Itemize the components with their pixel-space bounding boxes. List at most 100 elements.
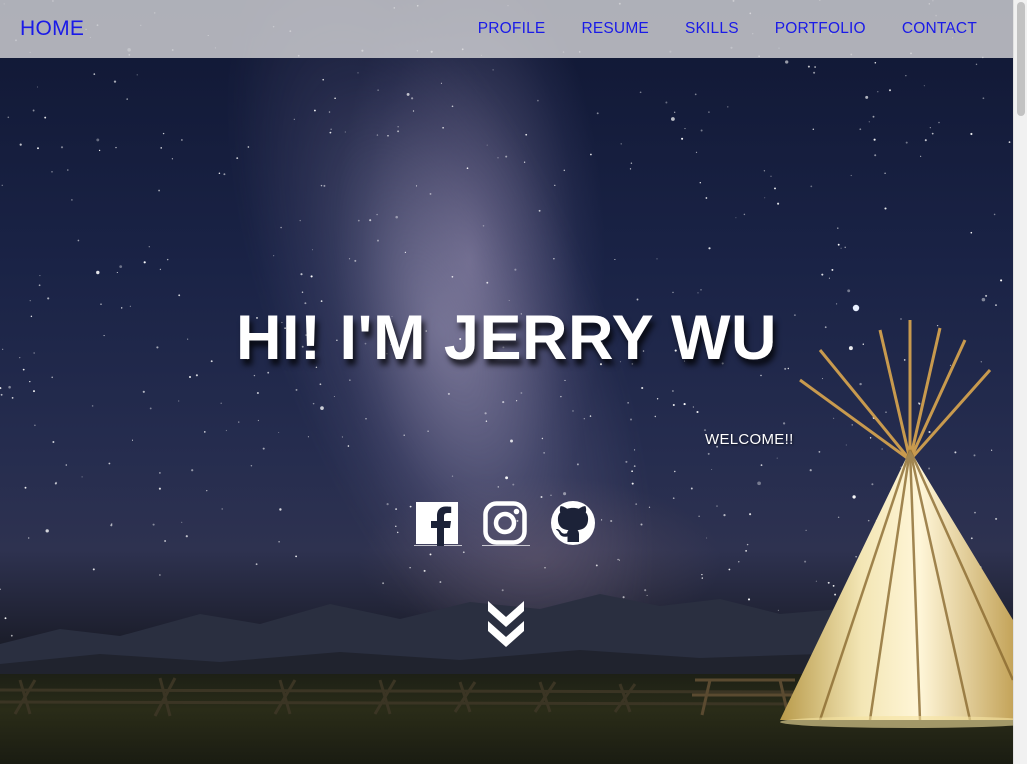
star bbox=[293, 118, 295, 120]
star bbox=[45, 529, 49, 533]
star bbox=[516, 400, 518, 402]
star bbox=[981, 297, 986, 302]
star bbox=[617, 558, 619, 561]
star bbox=[831, 268, 834, 271]
double-chevron-down-icon[interactable] bbox=[484, 595, 528, 651]
hero-title: HI! I'M JERRY WU bbox=[235, 303, 777, 373]
star bbox=[409, 505, 412, 508]
star bbox=[280, 226, 282, 229]
star bbox=[485, 420, 488, 422]
star bbox=[220, 402, 222, 404]
star bbox=[166, 258, 169, 261]
star bbox=[706, 537, 708, 539]
star bbox=[633, 465, 636, 467]
nav-link-profile[interactable]: PROFILE bbox=[478, 20, 546, 38]
star bbox=[877, 91, 879, 93]
star bbox=[395, 508, 398, 511]
page: HOME PROFILE RESUME SKILLS PORTFOLIO CON… bbox=[0, 0, 1027, 764]
star bbox=[745, 550, 747, 552]
star bbox=[629, 418, 633, 421]
star bbox=[692, 406, 695, 408]
star bbox=[618, 559, 620, 561]
star bbox=[7, 116, 10, 119]
instagram-link[interactable] bbox=[482, 500, 530, 546]
star bbox=[158, 189, 161, 192]
star bbox=[770, 175, 772, 177]
star bbox=[554, 184, 556, 186]
star bbox=[278, 540, 280, 543]
star bbox=[34, 424, 36, 427]
star bbox=[347, 445, 350, 447]
star bbox=[451, 105, 454, 108]
vertical-scrollbar[interactable] bbox=[1013, 0, 1027, 764]
star bbox=[98, 149, 101, 152]
star bbox=[590, 153, 592, 156]
nav-link-contact[interactable]: CONTACT bbox=[902, 20, 977, 38]
star bbox=[728, 568, 731, 571]
star bbox=[707, 452, 710, 455]
star bbox=[158, 487, 161, 490]
star bbox=[451, 275, 454, 278]
star bbox=[411, 97, 414, 100]
star bbox=[185, 535, 188, 538]
star bbox=[33, 390, 35, 393]
star bbox=[502, 401, 505, 404]
star bbox=[250, 464, 253, 467]
star bbox=[77, 239, 80, 242]
star bbox=[610, 519, 613, 523]
star bbox=[440, 82, 442, 84]
nav-link-portfolio[interactable]: PORTFOLIO bbox=[775, 20, 866, 38]
star bbox=[299, 219, 301, 222]
star bbox=[253, 374, 256, 377]
nav-home-link[interactable]: HOME bbox=[20, 17, 84, 41]
star bbox=[65, 464, 68, 466]
star bbox=[116, 271, 118, 274]
star bbox=[451, 475, 454, 477]
star bbox=[884, 207, 887, 210]
star bbox=[256, 391, 259, 395]
star bbox=[631, 470, 633, 473]
star bbox=[54, 482, 57, 485]
star bbox=[149, 407, 152, 410]
star bbox=[525, 133, 528, 136]
star bbox=[119, 265, 123, 268]
star bbox=[563, 169, 566, 172]
star bbox=[377, 239, 379, 242]
star bbox=[397, 126, 399, 128]
star bbox=[136, 74, 138, 76]
star bbox=[131, 439, 134, 441]
star bbox=[654, 415, 657, 418]
star bbox=[777, 202, 780, 205]
star bbox=[223, 173, 226, 176]
star bbox=[377, 89, 379, 91]
nav-link-resume[interactable]: RESUME bbox=[581, 20, 649, 38]
star bbox=[142, 390, 145, 393]
star bbox=[700, 129, 703, 132]
star bbox=[738, 561, 740, 563]
star bbox=[614, 258, 616, 261]
star bbox=[328, 111, 331, 113]
star bbox=[560, 395, 562, 398]
star bbox=[708, 247, 711, 250]
star bbox=[868, 121, 870, 123]
scrollbar-thumb[interactable] bbox=[1017, 2, 1025, 116]
facebook-link[interactable] bbox=[414, 500, 462, 546]
star bbox=[365, 418, 367, 420]
star bbox=[636, 298, 639, 301]
star bbox=[583, 418, 585, 420]
nav-link-skills[interactable]: SKILLS bbox=[685, 20, 739, 38]
star bbox=[1000, 279, 1003, 282]
github-link[interactable] bbox=[550, 500, 598, 546]
star bbox=[329, 131, 332, 134]
star bbox=[11, 397, 14, 399]
star bbox=[236, 157, 239, 160]
star bbox=[278, 432, 280, 433]
star bbox=[497, 486, 500, 488]
star bbox=[482, 225, 485, 227]
star bbox=[671, 117, 675, 121]
star bbox=[631, 482, 634, 485]
star bbox=[108, 462, 111, 465]
star bbox=[727, 106, 729, 108]
star bbox=[1008, 141, 1011, 143]
star bbox=[749, 513, 752, 516]
